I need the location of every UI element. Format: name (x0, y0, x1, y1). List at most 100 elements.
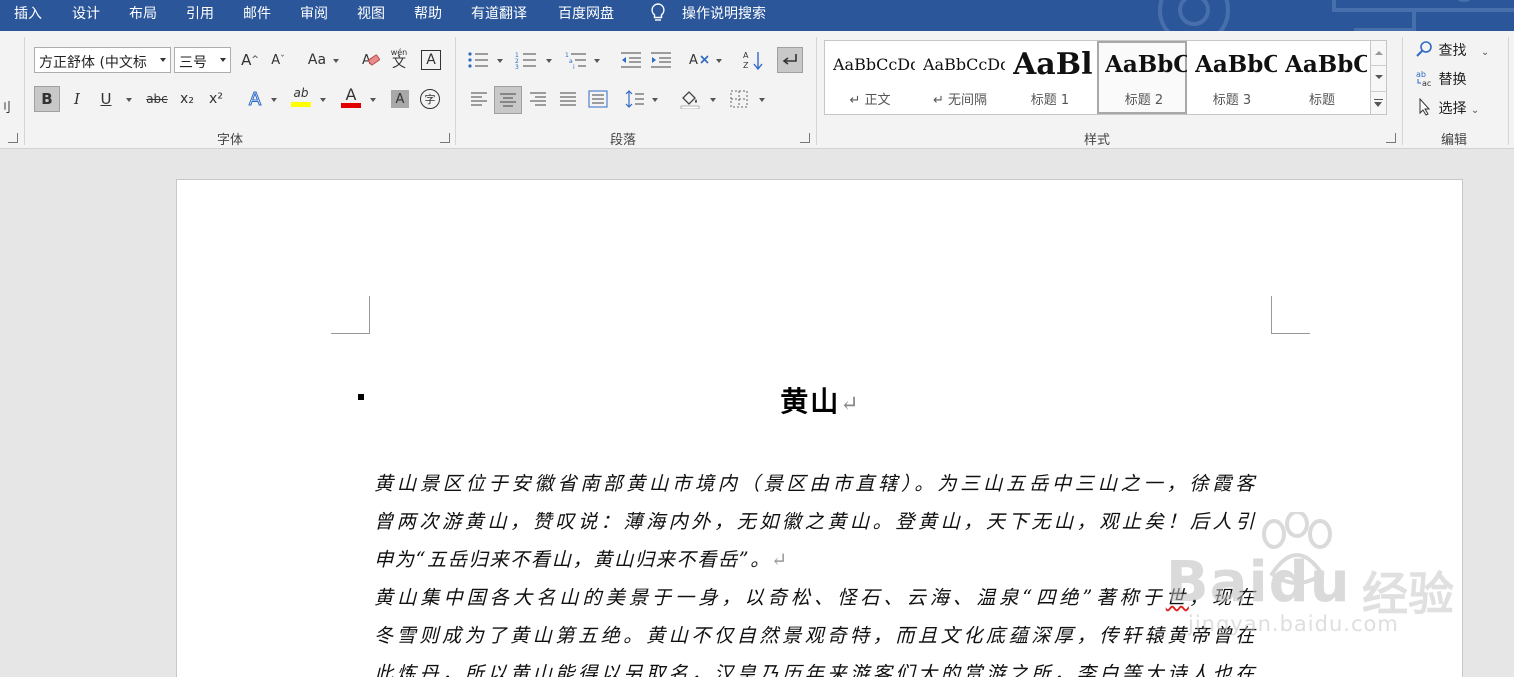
underline-button[interactable]: U (93, 86, 119, 112)
phonetic-guide-button[interactable]: wén 文 (386, 45, 412, 71)
style-heading-2[interactable]: AaBbC 标题 2 (1097, 41, 1187, 114)
style-heading-1[interactable]: AaBl 标题 1 (1005, 41, 1095, 114)
spelling-error-underline[interactable]: 世 (1166, 586, 1189, 609)
menu-review[interactable]: 审阅 (300, 5, 328, 23)
italic-button[interactable]: I (64, 86, 90, 112)
change-case-label: Aa (307, 52, 327, 68)
font-size-combobox[interactable]: 三号 (174, 47, 231, 73)
styles-gallery-scroller[interactable] (1370, 40, 1387, 115)
chevron-down-icon[interactable] (594, 59, 600, 63)
chevron-down-icon[interactable]: ⌄ (1471, 105, 1479, 116)
chinese-layout-icon[interactable]: A (686, 47, 712, 73)
highlight-color-button[interactable]: ab (288, 84, 314, 110)
grow-font-button[interactable]: A ^ (237, 47, 263, 73)
align-left-icon[interactable] (466, 86, 492, 112)
numbering-icon[interactable]: 123 (513, 47, 539, 73)
text-effects-button[interactable]: A (242, 86, 268, 112)
menu-references[interactable]: 引用 (186, 5, 214, 23)
chevron-down-icon[interactable] (333, 59, 339, 63)
character-border-button[interactable]: A (418, 47, 444, 73)
paragraph-text: 黄山集中国各大名山的美景于一身，以奇松、怪石、云海、温泉“四绝”著称于 (374, 586, 1166, 609)
superscript-label: x² (209, 91, 223, 107)
chevron-down-icon[interactable] (370, 98, 376, 102)
multilevel-list-icon[interactable]: 1ai (563, 47, 589, 73)
align-center-icon[interactable] (494, 86, 522, 114)
chevron-down-icon[interactable] (716, 59, 722, 63)
change-case-button[interactable]: Aa (302, 47, 332, 73)
justify-icon[interactable] (555, 86, 581, 112)
menu-insert[interactable]: 插入 (14, 5, 42, 23)
style-title[interactable]: AaBbC 标题 (1277, 41, 1367, 114)
paragraph-line: 此炼丹，所以黄山能得以另取名，汉皇乃历年来游客们大的赏游之所，李白等大诗人也在 (374, 662, 1256, 677)
sort-icon[interactable]: AZ (740, 47, 766, 73)
chevron-down-icon[interactable] (546, 59, 552, 63)
group-separator (24, 37, 25, 145)
superscript-button[interactable]: x² (203, 86, 229, 112)
font-color-swatch (341, 102, 361, 108)
menu-baidu-netdisk[interactable]: 百度网盘 (558, 5, 614, 23)
chevron-down-icon[interactable] (652, 98, 658, 102)
tell-me-search[interactable]: 操作说明搜索 (682, 5, 766, 23)
show-hide-marks-icon[interactable] (777, 47, 803, 73)
font-color-label: A (345, 84, 357, 104)
shrink-font-button[interactable]: Aˇ (265, 47, 291, 73)
enclose-characters-button[interactable]: 字 (417, 86, 443, 112)
scroll-up-icon[interactable] (1375, 51, 1383, 55)
chevron-down-icon[interactable] (126, 98, 132, 102)
lightbulb-icon[interactable] (650, 3, 666, 28)
borders-icon[interactable] (726, 86, 752, 112)
chevron-down-icon[interactable] (320, 98, 326, 102)
clipboard-dialog-launcher[interactable] (8, 133, 18, 143)
menu-youdao-translate[interactable]: 有道翻译 (471, 5, 527, 23)
enclose-characters-label: 字 (420, 89, 440, 109)
group-label-paragraph: 段落 (609, 133, 636, 148)
replace-button[interactable]: ab ac 替换 (1416, 69, 1466, 89)
menu-view[interactable]: 视图 (357, 5, 385, 23)
increase-indent-icon[interactable] (648, 47, 674, 73)
chevron-down-icon[interactable] (160, 58, 166, 62)
clear-formatting-eraser-icon[interactable]: A (358, 47, 384, 73)
chevron-down-icon[interactable] (220, 58, 226, 62)
style-normal[interactable]: AaBbCcDd ↵ 正文 (825, 41, 915, 114)
scroll-down-icon[interactable] (1375, 75, 1383, 79)
style-name: 标题 3 (1212, 93, 1252, 108)
chevron-down-icon[interactable] (271, 98, 277, 102)
more-styles-icon[interactable] (1374, 102, 1382, 107)
select-label: 选择 (1438, 101, 1467, 117)
find-button[interactable]: 查找 ⌄ (1416, 40, 1489, 60)
distributed-align-icon[interactable] (585, 86, 611, 112)
menu-help[interactable]: 帮助 (414, 5, 442, 23)
font-name-combobox[interactable]: 方正舒体 (中文标 (34, 47, 171, 73)
bullets-icon[interactable] (465, 47, 491, 73)
ribbon: 刂 方正舒体 (中文标 三号 A ^ Aˇ Aa A wén 文 A B I U … (0, 31, 1514, 149)
shading-bucket-icon[interactable] (677, 86, 703, 112)
strikethrough-button[interactable]: abc (142, 86, 172, 112)
menu-layout[interactable]: 布局 (129, 5, 157, 23)
line-spacing-icon[interactable] (622, 86, 648, 112)
decrease-indent-icon[interactable] (618, 47, 644, 73)
document-page[interactable]: 黄山↵ 黄山景区位于安徽省南部黄山市境内（景区由市直辖）。为三山五岳中三山之一，… (176, 179, 1463, 677)
chevron-down-icon[interactable] (497, 59, 503, 63)
chevron-down-icon[interactable] (759, 98, 765, 102)
style-sample: AaBbCcDd (833, 55, 915, 74)
document-title[interactable]: 黄山↵ (177, 380, 1464, 420)
font-size-value: 三号 (179, 55, 207, 71)
style-no-spacing[interactable]: AaBbCcDd ↵ 无间隔 (915, 41, 1005, 114)
styles-dialog-launcher[interactable] (1386, 133, 1396, 143)
style-name: 标题 (1308, 93, 1335, 108)
font-color-button[interactable]: A (338, 84, 364, 110)
bold-button[interactable]: B (34, 86, 60, 112)
chevron-down-icon[interactable] (710, 98, 716, 102)
align-right-icon[interactable] (525, 86, 551, 112)
chevron-down-icon[interactable]: ⌄ (1481, 47, 1489, 58)
subscript-button[interactable]: x₂ (174, 86, 200, 112)
menu-mailings[interactable]: 邮件 (243, 5, 271, 23)
character-shading-button[interactable]: A (387, 86, 413, 112)
style-heading-3[interactable]: AaBbC 标题 3 (1187, 41, 1277, 114)
menu-design[interactable]: 设计 (72, 5, 100, 23)
select-button[interactable]: 选择 ⌄ (1416, 97, 1479, 118)
paragraph-dialog-launcher[interactable] (800, 133, 810, 143)
font-dialog-launcher[interactable] (440, 133, 450, 143)
style-name: ↵ 正文 (849, 93, 891, 108)
body-paragraph-1[interactable]: 黄山景区位于安徽省南部黄山市境内（景区由市直辖）。为三山五岳中三山之一，徐霞客 … (374, 465, 1256, 677)
